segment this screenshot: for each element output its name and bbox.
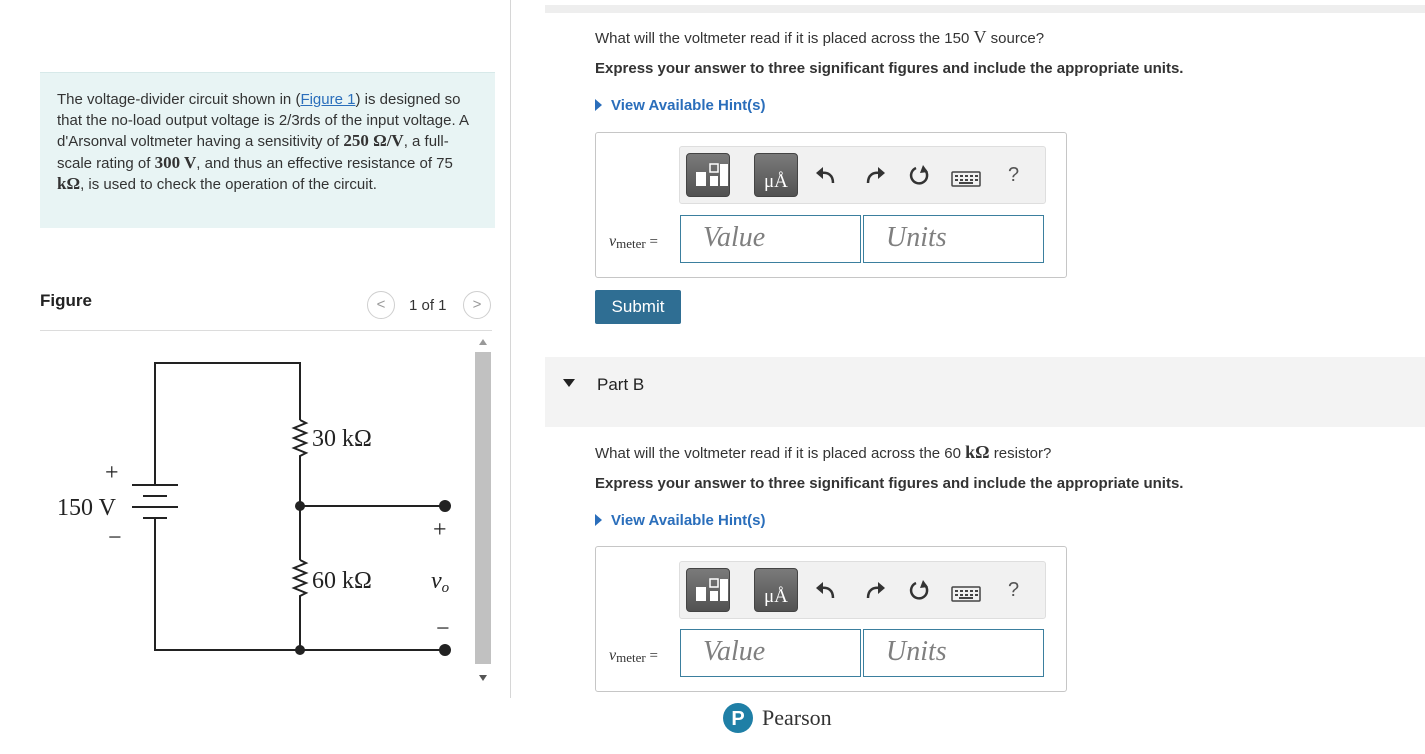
resistor-30k (291, 419, 309, 560)
submit-button[interactable]: Submit (595, 290, 681, 324)
full-scale-value: 300 V (154, 152, 197, 172)
reset-icon[interactable] (906, 163, 932, 189)
templates-button[interactable] (686, 153, 730, 197)
templates-icon (696, 578, 728, 601)
source-label: 150 V (57, 495, 117, 521)
problem-statement: The voltage-divider circuit shown in (Fi… (57, 90, 482, 196)
units-button[interactable]: μÅ (754, 568, 798, 612)
part-b-instructions: Express your answer to three significant… (595, 475, 1184, 492)
units-icon: μÅ (764, 171, 788, 192)
r2-label: 60 kΩ (312, 568, 372, 594)
units-button[interactable]: μÅ (754, 153, 798, 197)
collapse-triangle-icon[interactable] (563, 379, 575, 387)
node-mid (295, 501, 305, 511)
figure-link[interactable]: Figure 1 (300, 91, 355, 108)
part-b-header[interactable] (545, 357, 1425, 427)
previous-figure-button[interactable]: < (367, 291, 395, 319)
intro-text-1: The voltage-divider circuit shown in ( (57, 91, 301, 108)
pearson-logo-icon: P (723, 703, 753, 733)
resistor-60k (291, 559, 309, 650)
top-wire (154, 362, 301, 485)
keyboard-icon[interactable] (951, 170, 981, 188)
templates-icon (696, 163, 728, 186)
next-figure-button[interactable]: > (463, 291, 491, 319)
intro-text-4: , and thus an effective resistance of 75 (196, 154, 453, 172)
pearson-wordmark: Pearson (762, 705, 832, 730)
svg-text:P: P (731, 708, 744, 730)
figure-divider (40, 330, 492, 331)
part-b-variable-label: vmeter = (609, 647, 658, 665)
hint-label: View Available Hint(s) (611, 97, 766, 114)
column-divider (510, 0, 511, 698)
voltage-divider-circuit: 30 kΩ 60 kΩ 150 V + − + − vo (57, 362, 451, 656)
part-a-question: What will the voltmeter read if it is pl… (595, 27, 1045, 47)
part-a-header-strip (545, 5, 1425, 13)
help-icon[interactable]: ? (1008, 579, 1019, 602)
triangle-right-icon (595, 514, 602, 526)
part-a-hint-toggle[interactable]: View Available Hint(s) (595, 97, 766, 114)
redo-icon[interactable] (862, 163, 888, 189)
undo-icon[interactable] (813, 578, 839, 604)
part-b-value-input[interactable]: Value (680, 629, 861, 677)
part-a-variable-label: vmeter = (609, 233, 658, 251)
part-a-instructions: Express your answer to three significant… (595, 60, 1184, 77)
output-minus: − (436, 616, 450, 642)
scroll-down-icon[interactable] (479, 675, 487, 681)
undo-icon[interactable] (813, 163, 839, 189)
part-b-title[interactable]: Part B (597, 375, 644, 395)
scrollbar-thumb[interactable] (475, 352, 491, 664)
part-a-value-input[interactable]: Value (680, 215, 861, 263)
templates-button[interactable] (686, 568, 730, 612)
resistance-unit: kΩ (57, 174, 81, 193)
part-b-hint-toggle[interactable]: View Available Hint(s) (595, 512, 766, 529)
chevron-right-icon: > (472, 296, 482, 313)
figure-title: Figure (40, 291, 92, 310)
help-icon[interactable]: ? (1008, 164, 1019, 187)
keyboard-icon[interactable] (951, 585, 981, 603)
source-plus: + (105, 460, 119, 486)
part-a-units-input[interactable]: Units (863, 215, 1044, 263)
r1-label: 30 kΩ (312, 426, 372, 452)
sensitivity-value: 250 Ω/V (343, 131, 404, 150)
terminal-minus (439, 644, 451, 656)
terminal-plus (439, 500, 451, 512)
figure-pager-label: 1 of 1 (409, 297, 447, 314)
triangle-right-icon (595, 99, 602, 111)
chevron-left-icon: < (376, 296, 386, 313)
redo-icon[interactable] (862, 578, 888, 604)
reset-icon[interactable] (906, 578, 932, 604)
part-b-question: What will the voltmeter read if it is pl… (595, 442, 1052, 462)
hint-label: View Available Hint(s) (611, 512, 766, 529)
units-icon: μÅ (764, 586, 788, 607)
scroll-up-icon[interactable] (479, 339, 487, 345)
node-bottom (295, 645, 305, 655)
part-b-units-input[interactable]: Units (863, 629, 1044, 677)
output-voltage-label: vo (431, 568, 450, 596)
output-plus: + (433, 517, 447, 543)
intro-text-5: , is used to check the operation of the … (80, 176, 377, 193)
source-minus: − (108, 525, 122, 551)
